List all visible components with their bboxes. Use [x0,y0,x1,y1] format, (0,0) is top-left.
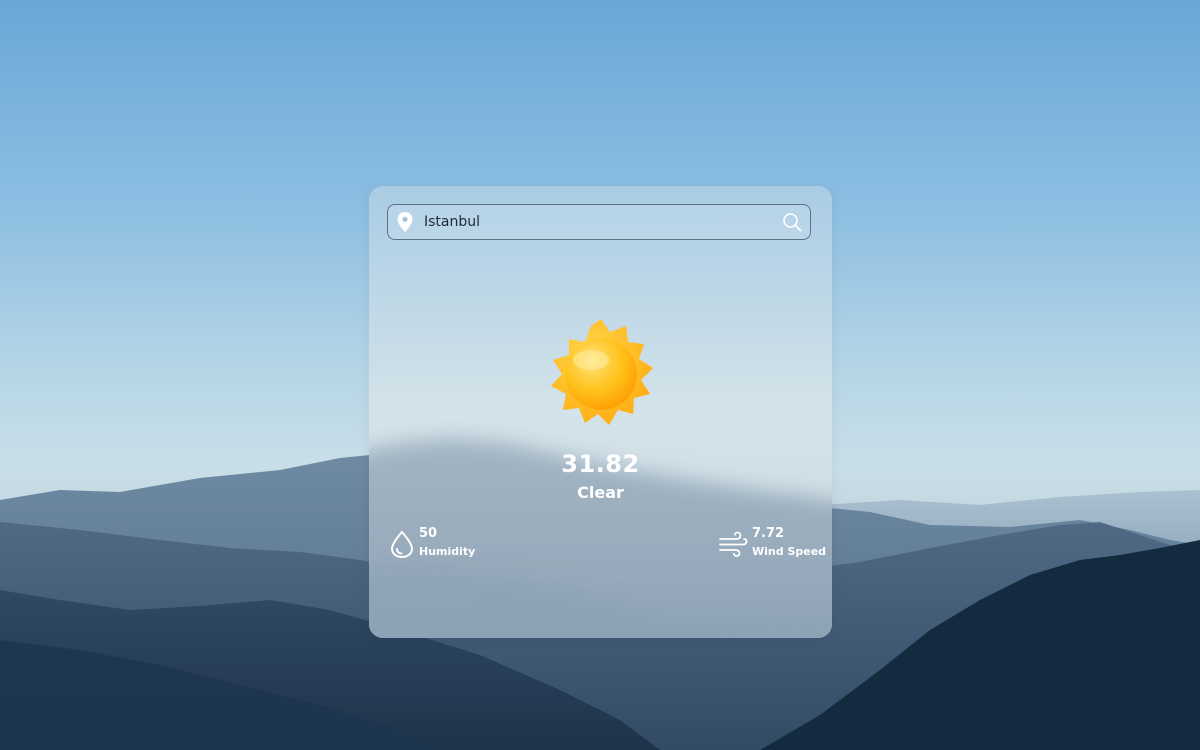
search-icon[interactable] [782,212,802,232]
humidity-label: Humidity [419,545,476,558]
weather-card: 31.82 Clear 50 Humidity 7.72 Wind Speed [369,186,832,638]
city-search-input[interactable] [424,210,774,234]
location-pin-icon [397,212,413,232]
wind-speed-value: 7.72 [752,526,785,541]
weather-description: Clear [577,483,624,502]
wind-speed-label: Wind Speed [752,545,827,558]
temperature-value: 31.82 [561,450,640,478]
search-bar [387,204,811,240]
water-drop-icon [390,530,414,558]
wind-stat: 7.72 Wind Speed [718,526,826,562]
wind-icon [719,531,748,557]
humidity-value: 50 [419,526,438,541]
humidity-stat: 50 Humidity [389,526,499,562]
sun-icon [551,319,653,425]
